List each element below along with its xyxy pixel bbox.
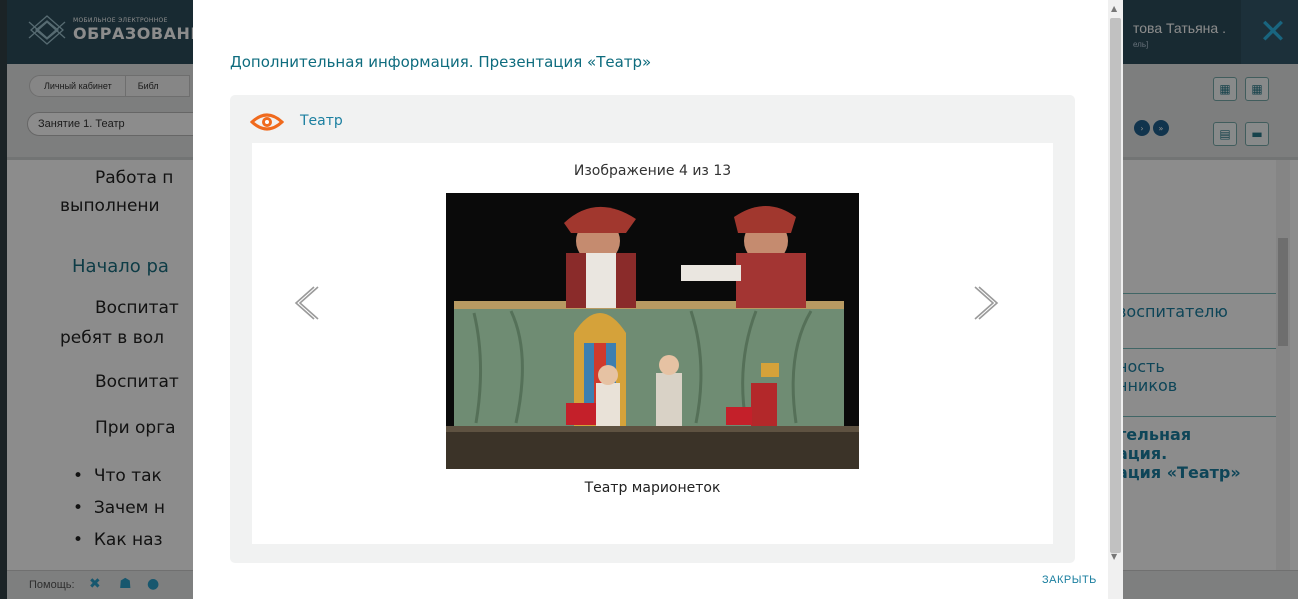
eye-icon[interactable] [250, 110, 284, 134]
slide-caption: Театр марионеток [584, 480, 721, 496]
scroll-down-icon[interactable]: ▼ [1111, 552, 1117, 561]
arrow-right-icon[interactable] [973, 283, 1003, 323]
slide-photo [446, 193, 859, 469]
info-modal: Дополнительная информация. Презентация «… [193, 0, 1123, 599]
presentation-title[interactable]: Театр [300, 113, 343, 129]
image-counter: Изображение 4 из 13 [573, 163, 732, 179]
close-button[interactable]: ЗАКРЫТЬ [1042, 574, 1097, 586]
app-root: МОБИЛЬНОЕ ЭЛЕКТРОННОЕ ОБРАЗОВАНИЕ това Т… [0, 0, 1298, 599]
window-left-edge [0, 0, 7, 599]
image-viewer: Изображение 4 из 13 Театр марионеток [252, 143, 1053, 544]
modal-title: Дополнительная информация. Презентация «… [230, 53, 652, 71]
scroll-up-icon[interactable]: ▲ [1111, 4, 1117, 13]
presentation-panel: Театр Изображение 4 из 13 Театр марионет… [230, 95, 1075, 563]
modal-scrollbar-thumb[interactable] [1110, 18, 1121, 553]
arrow-left-icon[interactable] [290, 283, 320, 323]
